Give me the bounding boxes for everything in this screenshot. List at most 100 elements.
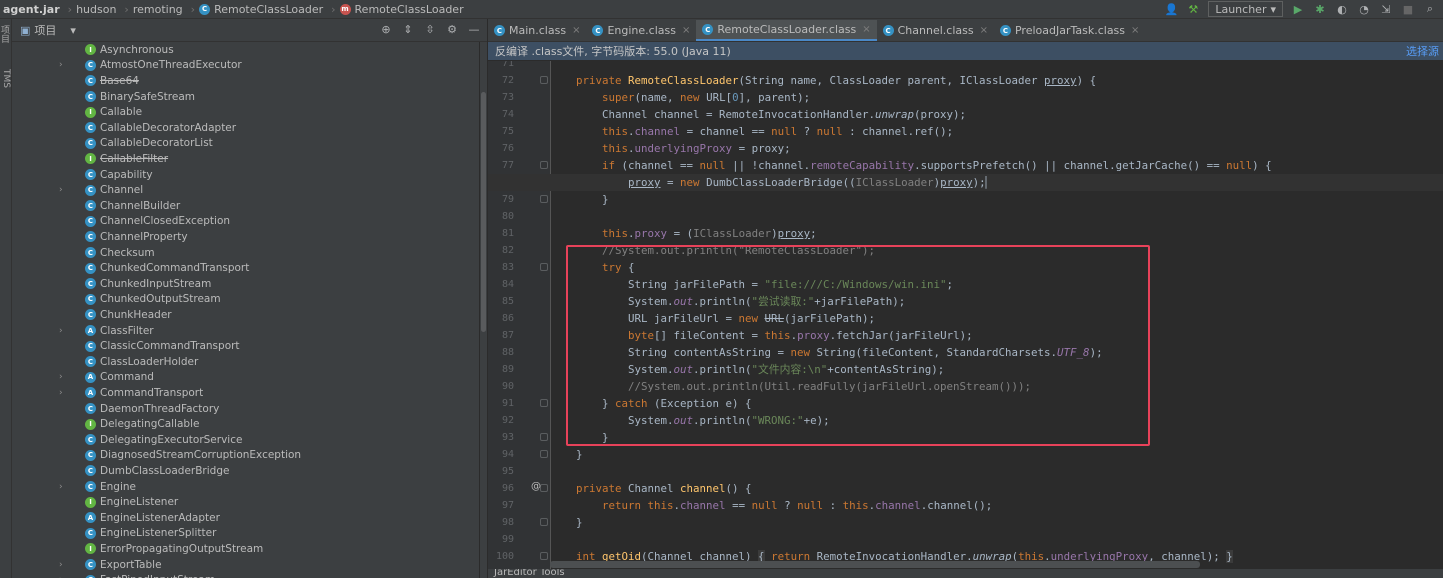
close-icon[interactable]: × [572, 25, 580, 36]
tree-item-label: EngineListenerSplitter [100, 527, 217, 540]
search-icon[interactable]: ⌕ [1423, 2, 1437, 16]
tree-item[interactable]: › C ExportTable [12, 557, 479, 573]
tree-item[interactable]: C ChannelBuilder [12, 198, 479, 214]
tree-item[interactable]: I ErrorPropagatingOutputStream [12, 541, 479, 557]
code-line: } catch (Exception e) { [576, 397, 752, 410]
method-icon: m [339, 3, 351, 15]
tree-item[interactable]: C Capability [12, 167, 479, 183]
tree-item[interactable]: › A CommandTransport [12, 385, 479, 401]
navigation-bar: agent.jar › hudson › remoting › C RemoteC… [0, 0, 1443, 19]
tree-item[interactable]: I CallableFilter [12, 151, 479, 167]
tree-item[interactable]: C Checksum [12, 245, 479, 261]
tree-item[interactable]: C DiagnosedStreamCorruptionException [12, 448, 479, 464]
tree-item-label: CallableDecoratorAdapter [100, 121, 237, 134]
tree-item[interactable]: I DelegatingCallable [12, 416, 479, 432]
tab-label: RemoteClassLoader.class [717, 23, 857, 36]
tree-item[interactable]: I Asynchronous [12, 42, 479, 58]
breadcrumb-item-method[interactable]: m RemoteClassLoader [339, 2, 468, 16]
jareditor-tools-tab[interactable]: JarEditor Tools [494, 569, 565, 578]
tms-stripe-button[interactable]: TMS [0, 69, 11, 88]
expand-all-icon[interactable]: ⇕ [401, 22, 415, 36]
tree-item[interactable]: › C Engine [12, 479, 479, 495]
tree-item[interactable]: C CallableDecoratorAdapter [12, 120, 479, 136]
choose-sources-link[interactable]: 选择源 [1406, 43, 1439, 59]
scrollbar-thumb[interactable] [481, 92, 486, 332]
tree-item[interactable]: I Callable [12, 104, 479, 120]
tree-item[interactable]: C Base64 [12, 73, 479, 89]
tree-item[interactable]: I EngineListener [12, 494, 479, 510]
code-editor[interactable]: 7172737475767778798081828384858687888990… [488, 61, 1443, 569]
profile-icon[interactable]: ◔ [1357, 2, 1371, 16]
tree-item-label-wrap: C Capability [85, 169, 153, 181]
tree-item[interactable]: C ClassicCommandTransport [12, 338, 479, 354]
collapse-all-icon[interactable]: ⇳ [423, 22, 437, 36]
tree-item[interactable]: › A Command [12, 370, 479, 386]
close-icon[interactable]: × [980, 25, 988, 36]
expand-arrow-icon[interactable]: › [59, 388, 63, 398]
tree-item[interactable]: › C Channel [12, 182, 479, 198]
tree-item[interactable]: C ChunkHeader [12, 307, 479, 323]
tree-item[interactable]: C EngineListenerSplitter [12, 526, 479, 542]
close-icon[interactable]: × [682, 25, 690, 36]
close-icon[interactable]: × [1131, 25, 1139, 36]
editor-horizontal-scrollbar[interactable] [550, 561, 1200, 568]
expand-arrow-icon[interactable]: › [59, 560, 63, 570]
editor-tab[interactable]: C Engine.class × [586, 20, 696, 41]
breadcrumb-item-package[interactable]: hudson [76, 3, 120, 16]
class-icon: C [999, 25, 1011, 36]
tree-item[interactable]: › C AtmostOneThreadExecutor [12, 58, 479, 74]
expand-arrow-icon[interactable]: › [59, 185, 63, 195]
breadcrumb-label: RemoteClassLoader [354, 2, 464, 16]
attach-debugger-icon[interactable]: ⇲ [1379, 2, 1393, 16]
tree-item[interactable]: C DumbClassLoaderBridge [12, 463, 479, 479]
tree-item-label-wrap: I EngineListener [85, 496, 178, 508]
editor-tab[interactable]: C RemoteClassLoader.class × [696, 20, 877, 41]
expand-arrow-icon[interactable]: › [59, 372, 63, 382]
tree-item[interactable]: C CallableDecoratorList [12, 136, 479, 152]
breadcrumb-item-subpackage[interactable]: remoting [133, 3, 187, 16]
tree-item[interactable]: C ChunkedOutputStream [12, 292, 479, 308]
editor-tab[interactable]: C Channel.class × [877, 20, 994, 41]
coverage-icon[interactable]: ◐ [1335, 2, 1349, 16]
stop-icon[interactable]: ■ [1401, 2, 1415, 16]
abstract-class-icon: A [85, 325, 96, 337]
debug-icon[interactable]: ✱ [1313, 2, 1327, 16]
editor-tab[interactable]: C PreloadJarTask.class × [994, 20, 1145, 41]
tree-item[interactable]: C ChannelProperty [12, 229, 479, 245]
class-icon: C [85, 278, 96, 290]
close-icon[interactable]: × [862, 24, 870, 35]
bottom-tool-bar: JarEditor Tools [488, 569, 1443, 578]
gear-icon[interactable]: ⚙ [445, 22, 459, 36]
tree-item[interactable]: C BinarySafeStream [12, 89, 479, 105]
minimize-icon[interactable]: — [467, 22, 481, 36]
breadcrumb-item-class[interactable]: C RemoteClassLoader [199, 3, 327, 16]
class-icon: C [85, 527, 96, 539]
code-line: try { [602, 261, 635, 274]
tree-item[interactable]: C DaemonThreadFactory [12, 401, 479, 417]
run-icon[interactable]: ▶ [1291, 2, 1305, 16]
tree-item[interactable]: ›CFastPipedInputStream [12, 572, 479, 578]
breadcrumb-separator: › [331, 2, 336, 16]
tree-item[interactable]: C ClassLoaderHolder [12, 354, 479, 370]
tree-item-label: Command [100, 371, 154, 384]
tree-item[interactable]: C DelegatingExecutorService [12, 432, 479, 448]
tree-item-label-wrap: C EngineListenerSplitter [85, 527, 216, 539]
tree-item[interactable]: C ChunkedInputStream [12, 276, 479, 292]
project-stripe-button[interactable]: 项目 [0, 25, 11, 43]
locate-icon[interactable]: ⊕ [379, 22, 393, 36]
breadcrumb-label: RemoteClassLoader [214, 2, 324, 16]
expand-arrow-icon[interactable]: › [59, 326, 63, 336]
expand-arrow-icon[interactable]: › [59, 482, 63, 492]
user-account-icon[interactable]: 👤 [1164, 2, 1178, 16]
tree-item[interactable]: A EngineListenerAdapter [12, 510, 479, 526]
tree-item[interactable]: C ChunkedCommandTransport [12, 260, 479, 276]
tree-item[interactable]: › A ClassFilter [12, 323, 479, 339]
editor-tab[interactable]: C Main.class × [488, 20, 586, 41]
project-tree-scrollbar[interactable] [480, 42, 487, 578]
expand-arrow-icon[interactable]: › [59, 60, 63, 70]
breadcrumb-item-jar[interactable]: agent.jar [0, 3, 64, 16]
run-config-dropdown[interactable]: Launcher ▾ [1208, 1, 1283, 17]
project-view-selector[interactable]: ▣ 项目 ▾ [12, 22, 76, 38]
tree-item[interactable]: C ChannelClosedException [12, 214, 479, 230]
build-hammer-icon[interactable]: ⚒ [1186, 2, 1200, 16]
